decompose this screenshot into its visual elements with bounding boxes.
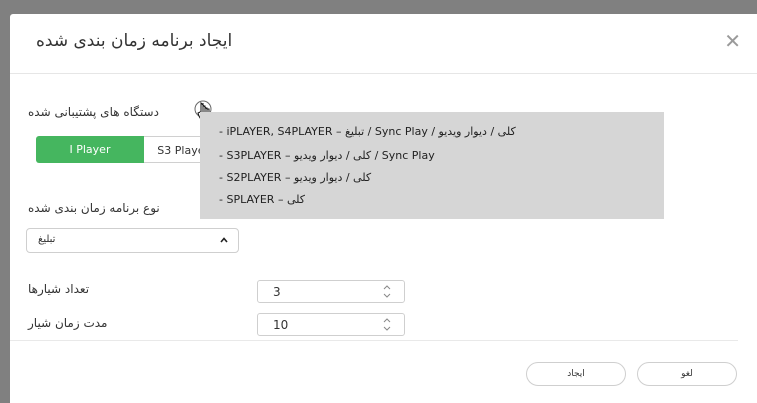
tooltip-line: - S3PLAYER – کلی / دیوار ویدیو / Sync Pl… [219,149,435,162]
tab-i-player[interactable]: I Player [36,136,144,163]
cancel-button[interactable]: لغو [637,362,737,386]
stepper-icon[interactable] [382,316,392,333]
dialog-title: ایجاد برنامه زمان بندی شده [36,31,233,51]
footer-divider [10,340,738,341]
slot-count-value: 3 [273,285,281,299]
stepper-icon[interactable] [382,283,392,300]
schedule-type-value: تبلیغ [38,234,56,245]
close-icon[interactable]: ✕ [724,31,741,51]
tooltip-line: - SPLAYER – کلی [219,193,305,206]
create-button[interactable]: ایجاد [526,362,626,386]
chevron-up-icon [220,237,228,243]
slot-count-label: تعداد شیارها [28,282,90,296]
slot-count-input[interactable]: 3 [257,280,405,303]
dialog-header: ایجاد برنامه زمان بندی شده ✕ [10,14,757,74]
supported-devices-label: دستگاه های پشتیبانی شده [28,105,159,119]
devices-tooltip: - iPLAYER, S4PLAYER – تبلیغ / Sync Play … [200,112,664,219]
slot-duration-input[interactable]: 10 [257,313,405,336]
schedule-type-label: نوع برنامه زمان بندی شده [28,201,160,215]
slot-duration-value: 10 [273,318,289,332]
tooltip-line: - S2PLAYER – کلی / دیوار ویدیو [219,171,372,184]
tooltip-line: - iPLAYER, S4PLAYER – تبلیغ / Sync Play … [219,125,516,138]
schedule-type-select[interactable]: تبلیغ [26,228,239,253]
slot-duration-label: مدت زمان شیار [28,316,108,330]
